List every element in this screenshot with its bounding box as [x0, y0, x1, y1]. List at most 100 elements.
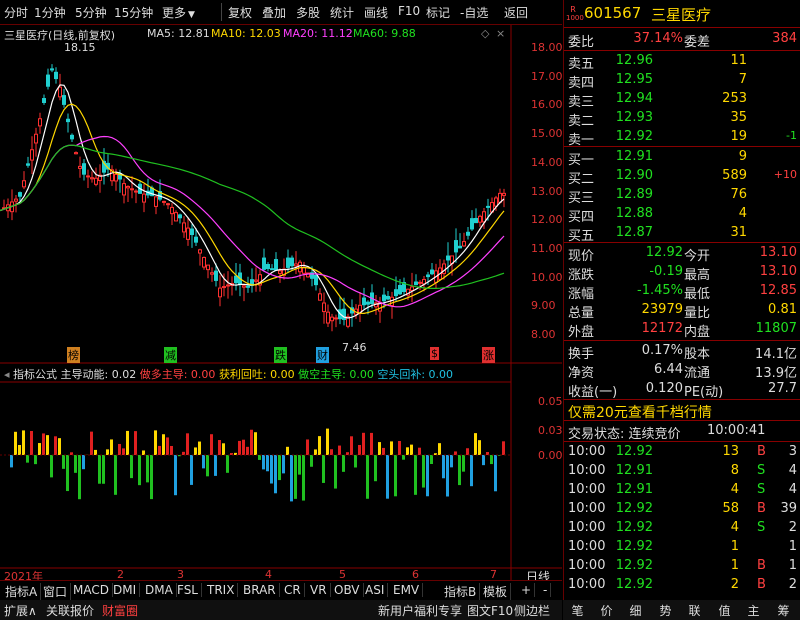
tab-trix[interactable]: TRIX [204, 583, 239, 597]
tab-indicator-b[interactable]: 指标B [441, 583, 481, 600]
indicator-line4: 做空主导: 0.00 [298, 368, 374, 381]
r-badge-sub: 1000 [566, 14, 584, 22]
r-badge-text: R [570, 5, 576, 14]
tab-emv[interactable]: EMV [390, 583, 424, 597]
quote-row: 涨跌 -0.19 最高 13.10 [564, 262, 800, 283]
event-marker[interactable]: $ [430, 347, 439, 360]
sidebar-toggle-button[interactable]: 侧边栏 [514, 602, 550, 619]
promo-link[interactable]: 仅需20元查看千档行情 [568, 402, 712, 422]
more-label: 更多 [162, 6, 187, 20]
tab-trend[interactable]: 势 [651, 602, 680, 619]
expand-button[interactable]: 扩展∧ [4, 602, 37, 619]
kline-chart-area[interactable]: 三星医疗(日线,前复权) MA5: 12.81 MA10: 12.03 MA20… [0, 25, 563, 584]
high-price-label: 18.15 [64, 41, 96, 54]
toolbar-item-adjust[interactable]: 复权 [228, 4, 252, 21]
diamond-icon[interactable]: ◇ [481, 27, 489, 40]
f10-button[interactable]: 图文F10 [467, 602, 513, 619]
bid-row: 买一 12.91 9 [564, 147, 800, 168]
event-marker[interactable]: 跌 [274, 347, 287, 363]
toolbar-item-5min[interactable]: 5分钟 [75, 4, 107, 21]
toolbar-item-1min[interactable]: 1分钟 [34, 4, 66, 21]
tick-volume: 1 [730, 558, 739, 573]
tab-chips[interactable]: 筹 [769, 602, 798, 619]
tick-time: 10:00 [568, 539, 606, 554]
indicator-settings-icon[interactable]: ◂ [4, 368, 10, 381]
toolbar-item-watchlist[interactable]: -自选 [460, 4, 488, 21]
remove-icon[interactable]: - [540, 583, 552, 597]
tab-indicator-a[interactable]: 指标A [2, 583, 42, 600]
chevron-down-icon: ▼ [188, 10, 195, 20]
tick-side: B [757, 577, 766, 592]
tab-price[interactable]: 价 [592, 602, 621, 619]
toolbar-item-more[interactable]: 更多 ▼ [162, 4, 195, 21]
trade-status-time: 10:00:41 [707, 423, 766, 438]
tab-dmi[interactable]: DMI [110, 583, 141, 597]
tab-cr[interactable]: CR [281, 583, 305, 597]
tick-volume: 13 [722, 444, 739, 459]
tab-dma[interactable]: DMA [142, 583, 177, 597]
bid-price: 12.87 [615, 225, 653, 240]
bid-row: 买二 12.90 589 +10 [564, 166, 800, 187]
tab-link[interactable]: 联 [680, 602, 709, 619]
price-y-tick: 10.00 [531, 270, 563, 284]
tab-brar[interactable]: BRAR [240, 583, 280, 597]
event-marker[interactable]: 涨 [482, 347, 495, 363]
toolbar-item-back[interactable]: 返回 [504, 4, 528, 21]
toolbar-item-f10[interactable]: F10 [398, 4, 420, 18]
tick-side: B [757, 444, 766, 459]
price-y-tick: 16.00 [531, 98, 563, 112]
event-marker[interactable]: 财 [316, 347, 329, 363]
tick-time: 10:00 [568, 577, 606, 592]
promo-row[interactable]: 仅需20元查看千档行情 [564, 400, 800, 422]
toolbar-item-stats[interactable]: 统计 [330, 4, 354, 21]
quote-label: 外盘 [568, 325, 595, 340]
tick-time: 10:00 [568, 463, 606, 478]
quote-value: 12.85 [759, 283, 797, 298]
tick-time: 10:00 [568, 482, 606, 497]
ask-row: 卖三 12.94 253 [564, 89, 800, 110]
tab-vr[interactable]: VR [307, 583, 331, 597]
tick-volume: 58 [722, 501, 739, 516]
indicator-title[interactable]: 指标公式 [13, 368, 57, 381]
weicha-value: 384 [772, 31, 797, 46]
quote-value: 11807 [755, 321, 797, 336]
wealth-circle-button[interactable]: 财富圈 [102, 602, 138, 619]
toolbar-item-overlay[interactable]: 叠加 [262, 4, 286, 21]
tick-row: 10:00 12.92 1 B 1 [564, 556, 800, 576]
low-price-label: 7.46 [342, 341, 367, 354]
toolbar-item-draw[interactable]: 画线 [364, 4, 388, 21]
bid-volume: 76 [730, 187, 747, 202]
tab-main[interactable]: 主 [739, 602, 768, 619]
kline-title: 三星医疗(日线,前复权) [4, 29, 116, 42]
event-marker[interactable]: 榜 [67, 347, 80, 363]
quote-value: 0.81 [768, 302, 797, 317]
tab-template[interactable]: 模板 [480, 583, 512, 600]
tab-obv[interactable]: OBV [331, 583, 364, 597]
toolbar-item-mark[interactable]: 标记 [426, 4, 450, 21]
tab-fsl[interactable]: FSL [174, 583, 202, 597]
price-y-tick: 14.00 [531, 155, 563, 169]
indicator-line5: 空头回补: 0.00 [377, 368, 454, 381]
ask-volume: 11 [730, 53, 747, 68]
add-icon[interactable]: + [518, 583, 536, 597]
stats-value: 27.7 [768, 381, 797, 396]
tab-asi[interactable]: ASI [362, 583, 389, 597]
toolbar-item-multi[interactable]: 多股 [296, 4, 320, 21]
close-icon[interactable]: × [496, 27, 505, 40]
toolbar-item-intraday[interactable]: 分时 [4, 4, 28, 21]
new-user-promo-link[interactable]: 新用户福利专享 [378, 602, 462, 619]
tick-side: B [757, 558, 766, 573]
tab-window[interactable]: 窗口 [40, 583, 72, 600]
ask-change: -1 [786, 129, 797, 142]
ask-volume: 253 [722, 91, 747, 106]
quote-row: 现价 12.92 今开 13.10 [564, 243, 800, 264]
ma5-label: MA5: 12.81 [147, 27, 210, 40]
toolbar-item-15min[interactable]: 15分钟 [114, 4, 153, 21]
tab-detail[interactable]: 细 [621, 602, 650, 619]
event-marker[interactable]: 减 [164, 347, 177, 363]
tab-value[interactable]: 值 [710, 602, 739, 619]
tab-trades[interactable]: 笔 [563, 602, 592, 619]
tab-macd[interactable]: MACD [70, 583, 113, 597]
stats-row: 净资 6.44 流通 13.9亿 [564, 360, 800, 381]
related-quotes-button[interactable]: 关联报价 [46, 602, 94, 619]
